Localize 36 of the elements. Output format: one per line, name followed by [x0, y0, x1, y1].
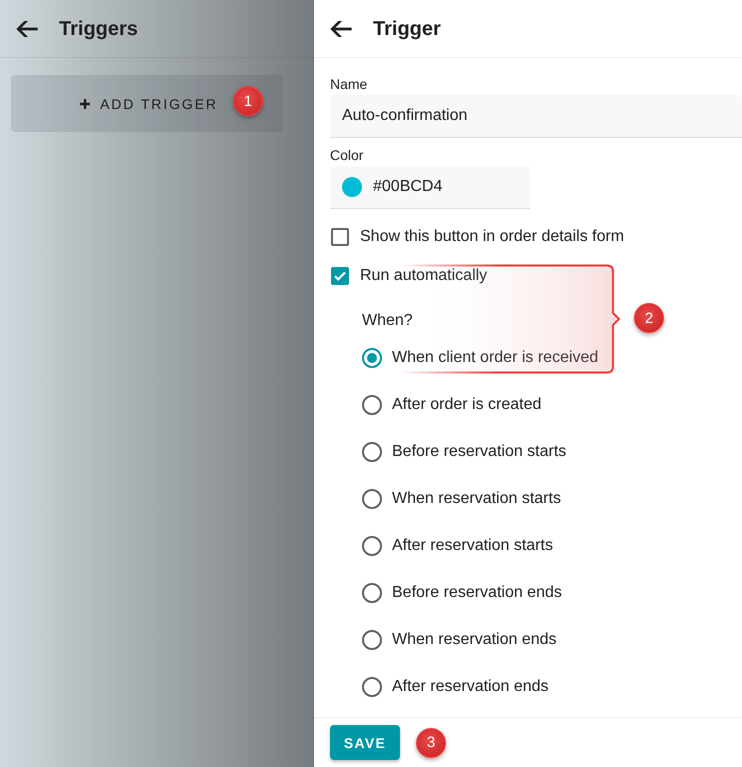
radio-label: After reservation ends [392, 678, 549, 696]
when-heading: When? [362, 311, 413, 331]
radio-label: When reservation starts [392, 490, 561, 508]
name-input-field[interactable]: Auto-confirmation [330, 95, 742, 138]
sidebar-title: Triggers [59, 16, 138, 40]
radio-button[interactable] [362, 630, 382, 650]
save-button[interactable]: SAVE [330, 725, 400, 760]
radio-button[interactable] [362, 489, 382, 509]
color-input-field[interactable]: #00BCD4 [330, 166, 530, 209]
radio-button[interactable] [362, 677, 382, 697]
checkbox[interactable] [331, 267, 349, 285]
checkbox[interactable] [331, 228, 349, 246]
radio-button[interactable] [362, 395, 382, 415]
back-arrow-icon[interactable] [16, 20, 38, 36]
radio-button[interactable] [362, 442, 382, 462]
field-label: Name [330, 75, 368, 94]
plus-icon [80, 98, 90, 108]
radio-label: When reservation ends [392, 631, 557, 649]
radio-label: When client order is received [392, 349, 598, 367]
checkbox-label: Run automatically [360, 267, 488, 285]
radio-label: After reservation starts [392, 537, 553, 555]
radio-button[interactable] [362, 536, 382, 556]
checkbox-label: Show this button in order details form [360, 228, 624, 246]
radio-label: Before reservation ends [392, 584, 562, 602]
step-marker: 2 [634, 303, 664, 333]
radio-label: After order is created [392, 396, 542, 414]
panel-title: Trigger [373, 16, 441, 40]
radio-label: Before reservation starts [392, 443, 566, 461]
step-marker: 3 [416, 728, 446, 758]
field-label: Color [330, 146, 364, 165]
radio-button[interactable] [362, 348, 382, 368]
back-arrow-icon[interactable] [330, 20, 352, 36]
check-icon [334, 271, 346, 281]
radio-button[interactable] [362, 583, 382, 603]
step-marker: 1 [233, 86, 263, 116]
color-value: #00BCD4 [373, 178, 442, 196]
